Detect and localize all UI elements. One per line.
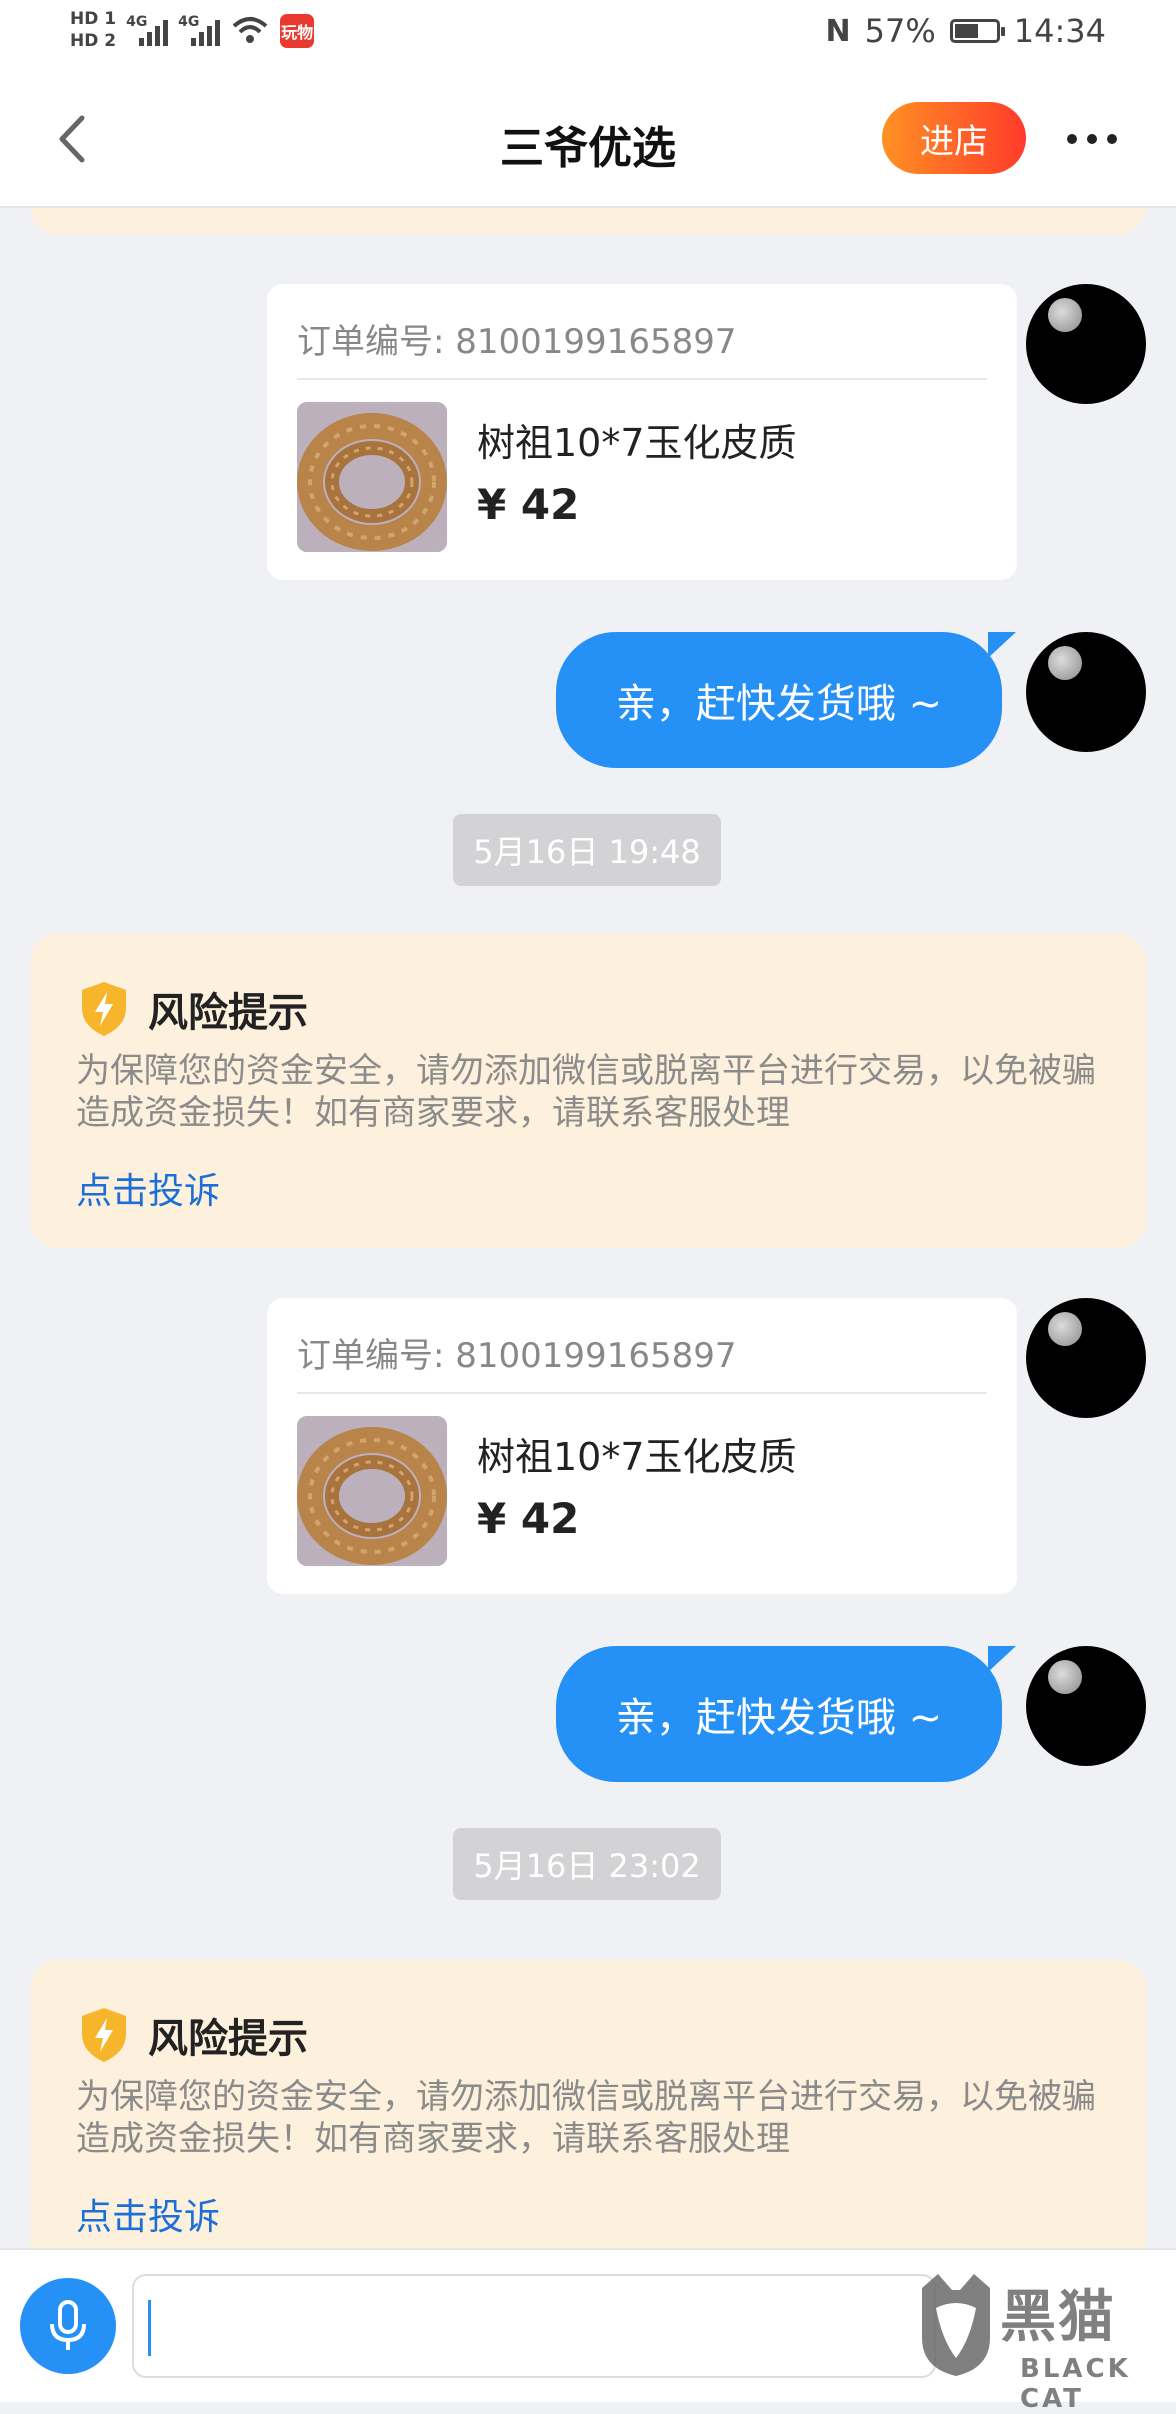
avatar[interactable] (1026, 1298, 1146, 1418)
watermark-logo: 黑猫 BLACK CAT (900, 2250, 1176, 2414)
more-dots-icon (1067, 134, 1077, 144)
wifi-icon (232, 17, 268, 43)
product-price: ¥ 42 (477, 1494, 580, 1543)
nfc-icon: N (825, 13, 851, 49)
divider (297, 378, 987, 380)
chat-area[interactable]: 订单编号: 8100199165897 树祖10*7玉化皮质 ¥ 42 亲，赶快… (0, 208, 1176, 2248)
voice-button[interactable] (20, 2278, 116, 2374)
divider (297, 1392, 987, 1394)
message-bubble[interactable]: 亲，赶快发货哦 ~ (556, 1646, 1016, 1782)
avatar[interactable] (1026, 284, 1146, 404)
risk-description: 为保障您的资金安全，请勿添加微信或脱离平台进行交易，以免被骗造成资金损失！如有商… (76, 2077, 1096, 2159)
hd2-label: HD 2 (70, 31, 117, 51)
hd-indicator: HD 1 HD 2 (70, 8, 116, 52)
risk-warning-card: 风险提示 为保障您的资金安全，请勿添加微信或脱离平台进行交易，以免被骗造成资金损… (30, 934, 1146, 1248)
text-caret (148, 2300, 151, 2356)
shield-lightning-icon (82, 982, 126, 1036)
watermark-english: BLACK CAT (1020, 2354, 1131, 2414)
order-number: 订单编号: 8100199165897 (297, 1336, 737, 1376)
bead-bracelet-image (297, 1416, 447, 1566)
risk-title: 风险提示 (148, 990, 308, 1036)
product-name: 树祖10*7玉化皮质 (477, 1435, 797, 1479)
status-right: N 57% 14:34 (826, 12, 1106, 50)
watermark-chinese: 黑猫 (1000, 2285, 1116, 2350)
risk-header: 风险提示 (78, 980, 308, 1038)
status-bar: HD 1 HD 2 4G 4G 玩物 N 57% 14:34 (0, 0, 1176, 72)
battery-percent: 57% (864, 12, 936, 50)
shield-lightning-icon (82, 2008, 126, 2062)
clock: 14:34 (1013, 12, 1106, 50)
microphone-icon (50, 2300, 86, 2350)
enter-store-button[interactable]: 进店 (882, 102, 1026, 174)
header-bar: 三爷优选 进店 (0, 72, 1176, 208)
complaint-link[interactable]: 点击投诉 (76, 1162, 220, 1214)
timestamp: 5月16日 19:48 (453, 814, 721, 886)
message-text: 亲，赶快发货哦 ~ (615, 681, 943, 727)
battery-icon (949, 19, 1005, 43)
message-bubble[interactable]: 亲，赶快发货哦 ~ (556, 632, 1016, 768)
avatar[interactable] (1026, 632, 1146, 752)
product-image[interactable] (297, 1416, 447, 1566)
status-left: HD 1 HD 2 4G 4G 玩物 (70, 8, 315, 52)
timestamp: 5月16日 23:02 (453, 1828, 721, 1900)
complaint-link[interactable]: 点击投诉 (76, 2188, 220, 2240)
risk-description: 为保障您的资金安全，请勿添加微信或脱离平台进行交易，以免被骗造成资金损失！如有商… (76, 1051, 1096, 1133)
product-name: 树祖10*7玉化皮质 (477, 421, 797, 465)
order-card[interactable]: 订单编号: 8100199165897 树祖10*7玉化皮质 ¥ 42 (267, 284, 1017, 580)
input-bar: 黑猫 BLACK CAT (0, 2248, 1176, 2414)
product-image[interactable] (297, 402, 447, 552)
risk-card-partial (30, 208, 1146, 234)
order-card[interactable]: 订单编号: 8100199165897 树祖10*7玉化皮质 ¥ 42 (267, 1298, 1017, 1594)
signal-icon-2: 4G (178, 8, 221, 52)
risk-header: 风险提示 (78, 2006, 308, 2064)
more-button[interactable] (1052, 107, 1132, 171)
risk-warning-card: 风险提示 为保障您的资金安全，请勿添加微信或脱离平台进行交易，以免被骗造成资金损… (30, 1960, 1146, 2248)
hd1-label: HD 1 (70, 9, 117, 29)
app-notification-icon: 玩物 (280, 14, 315, 48)
product-price: ¥ 42 (477, 480, 580, 529)
signal-icon: 4G (126, 8, 169, 52)
black-cat-logo-icon (922, 2274, 990, 2376)
message-input[interactable] (132, 2274, 936, 2378)
avatar[interactable] (1026, 1646, 1146, 1766)
risk-title: 风险提示 (148, 2016, 308, 2062)
bead-bracelet-image (297, 402, 447, 552)
order-number: 订单编号: 8100199165897 (297, 322, 737, 362)
message-text: 亲，赶快发货哦 ~ (615, 1695, 943, 1741)
